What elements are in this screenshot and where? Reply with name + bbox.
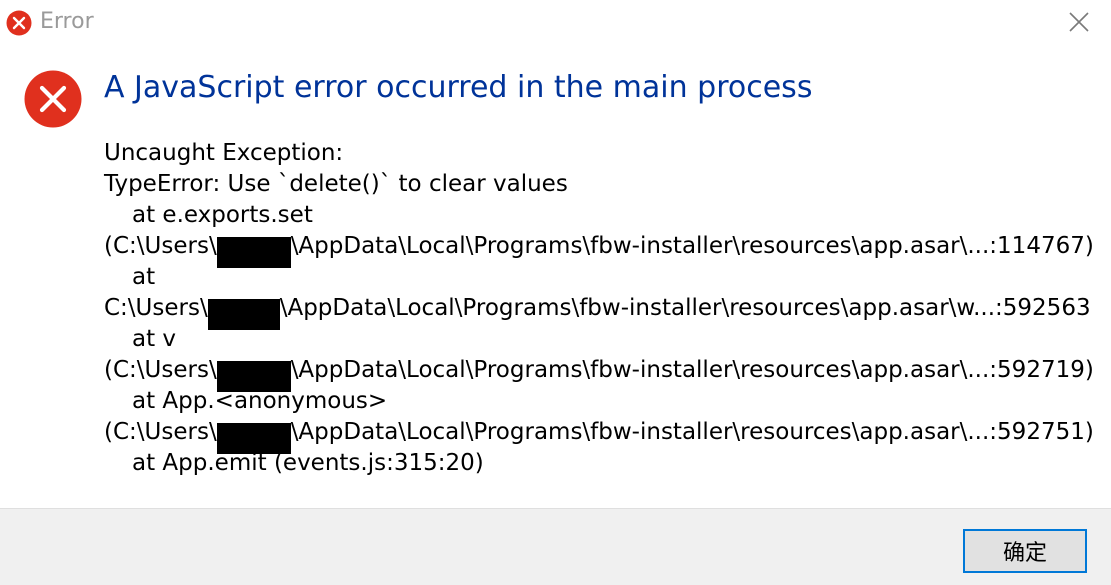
title-bar[interactable]: Error bbox=[0, 0, 1111, 44]
detail-line: at v bbox=[132, 326, 177, 352]
detail-line: at App.<anonymous> bbox=[132, 388, 388, 414]
path-suffix: \AppData\Local\Programs\fbw-installer\re… bbox=[290, 419, 1094, 445]
path-prefix: (C:\Users\ bbox=[104, 419, 217, 445]
path-suffix: \AppData\Local\Programs\fbw-installer\re… bbox=[290, 357, 1094, 383]
path-suffix: \AppData\Local\Programs\fbw-installer\re… bbox=[290, 233, 1094, 259]
ok-button-label: 确定 bbox=[1002, 541, 1047, 566]
button-bar: 确定 bbox=[0, 508, 1111, 585]
path-prefix: (C:\Users\ bbox=[104, 233, 217, 259]
detail-line: at e.exports.set bbox=[132, 202, 313, 228]
error-dialog: Error A JavaScript error occurred in the… bbox=[0, 0, 1111, 585]
path-prefix: (C:\Users\ bbox=[104, 357, 217, 383]
detail-line: (C:\Users\ \AppData\Local\Programs\fbw-in… bbox=[104, 355, 1094, 392]
close-icon bbox=[1069, 12, 1089, 32]
detail-line: Uncaught Exception: bbox=[104, 140, 344, 166]
detail-line: TypeError: Use `delete()` to clear value… bbox=[104, 171, 568, 197]
main-instruction: A JavaScript error occurred in the main … bbox=[104, 70, 813, 105]
window-title: Error bbox=[40, 9, 94, 34]
error-icon bbox=[6, 10, 32, 36]
error-details: Uncaught Exception: TypeError: Use `dele… bbox=[104, 138, 1094, 479]
path-prefix: C:\Users\ bbox=[104, 295, 208, 321]
detail-line: C:\Users\ \AppData\Local\Programs\fbw-ins… bbox=[104, 293, 1094, 330]
detail-line: at bbox=[132, 264, 156, 290]
detail-line: at App.emit (events.js:315:20) bbox=[132, 450, 484, 476]
close-button[interactable] bbox=[1047, 0, 1111, 44]
detail-line: (C:\Users\ \AppData\Local\Programs\fbw-in… bbox=[104, 231, 1094, 268]
ok-button[interactable]: 确定 bbox=[963, 529, 1087, 573]
detail-line: (C:\Users\ \AppData\Local\Programs\fbw-in… bbox=[104, 417, 1094, 454]
error-icon bbox=[24, 70, 82, 128]
path-suffix: \AppData\Local\Programs\fbw-installer\re… bbox=[279, 295, 1091, 321]
